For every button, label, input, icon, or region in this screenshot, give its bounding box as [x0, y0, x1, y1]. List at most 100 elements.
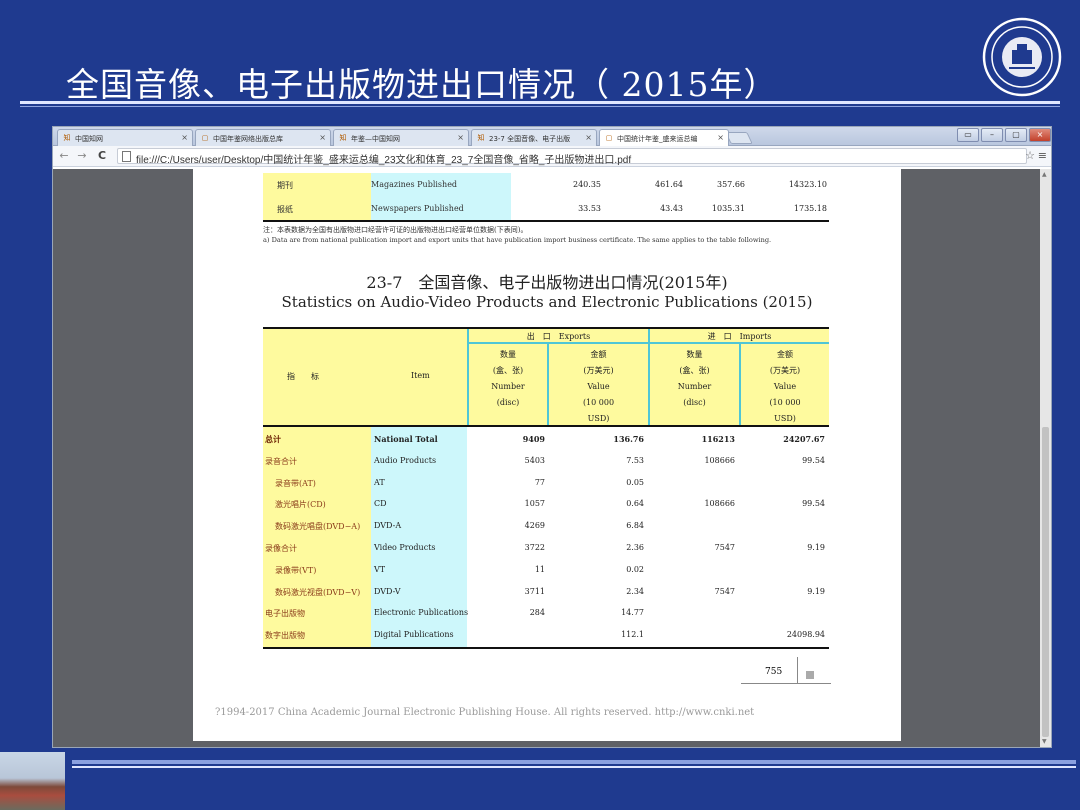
row-label-zh: 录像带(VT)	[275, 565, 317, 575]
row-label-zh: 录音合计	[265, 456, 297, 466]
row-label-en: CD	[374, 499, 387, 509]
header-text: 金额	[777, 350, 793, 359]
row-label-en: Video Products	[374, 543, 436, 552]
cnki-icon: 知	[477, 134, 485, 142]
table-row: 总计 National Total 9409 136.76 116213 24207.67	[263, 428, 829, 450]
campus-photo	[0, 752, 65, 810]
table-row: 报纸 Newspapers Published 33.53 43.43 1035…	[263, 197, 829, 221]
bookmark-star-icon[interactable]: ☆	[1025, 149, 1035, 162]
table-row: 电子出版物 Electronic Publications 284 14.77	[263, 602, 829, 624]
minimize-button[interactable]: –	[981, 128, 1003, 142]
header-export-value: 金额 (万美元) Value (10 000 USD)	[549, 347, 648, 427]
close-icon[interactable]: ×	[457, 133, 464, 142]
cell: 357.66	[717, 180, 745, 189]
cell: 9.19	[807, 543, 825, 552]
cell: 6.84	[626, 521, 644, 531]
browser-window: 知 中国知网 × ▢ 中国年鉴网络出版总库 × 知 年鉴—中国知网 × 知 23…	[52, 126, 1052, 748]
header-text: Value	[773, 382, 797, 391]
cell: 240.35	[573, 180, 601, 189]
menu-icon[interactable]: ≡	[1038, 149, 1047, 162]
user-icon[interactable]: ▭	[957, 128, 979, 142]
tab-yearbook-db[interactable]: ▢ 中国年鉴网络出版总库 ×	[195, 129, 331, 146]
scroll-thumb[interactable]	[1042, 427, 1049, 737]
tab-cnki[interactable]: 知 中国知网 ×	[57, 129, 193, 146]
table-title-en: Statistics on Audio-Video Products and E…	[281, 293, 813, 311]
cell: 33.53	[578, 204, 601, 213]
pdf-viewport[interactable]: 期刊 Magazines Published 240.35 461.64 357…	[53, 169, 1051, 747]
tab-table-23-7[interactable]: 知 23-7 全国音像、电子出版 ×	[471, 129, 597, 146]
tab-pdf-active[interactable]: ▢ 中国统计年鉴_盛来运总编 ×	[599, 129, 729, 146]
header-text: Number	[491, 382, 525, 391]
table-rule	[263, 220, 829, 222]
page-icon: ▢	[605, 134, 613, 142]
table-row: 数字出版物 Digital Publications 112.1 24098.94	[263, 624, 829, 646]
page-rule	[797, 657, 798, 683]
back-arrow-icon[interactable]: ←	[57, 149, 71, 163]
tab-label: 23-7 全国音像、电子出版	[489, 135, 571, 143]
tab-yearbook-cnki[interactable]: 知 年鉴—中国知网 ×	[333, 129, 469, 146]
cell: 3711	[524, 586, 545, 596]
cell: 7547	[714, 543, 735, 552]
row-label-en: DVD-A	[374, 521, 402, 531]
cell: 5403	[524, 455, 545, 465]
cell: 14.77	[621, 608, 644, 618]
cell: 4269	[524, 521, 545, 531]
maximize-button[interactable]: ▢	[1005, 128, 1027, 142]
footer-band-thin	[72, 766, 1076, 768]
vertical-scrollbar[interactable]: ▲ ▼	[1040, 169, 1051, 747]
table-row: 录音合计 Audio Products 5403 7.53 108666 99.54	[263, 450, 829, 472]
cell: 1035.31	[711, 204, 745, 213]
cell: 284	[529, 608, 545, 618]
address-bar[interactable]: file:///C:/Users/user/Desktop/中国统计年鉴_盛来运…	[117, 148, 1027, 166]
close-icon[interactable]: ×	[585, 133, 592, 142]
cell: 24098.94	[786, 630, 825, 640]
note-zh: 注：本表数据为全国有出版物进口经营许可证的出版物进出口经营单位数据(下表同)。	[263, 226, 528, 234]
header-text: (盒、张)	[492, 366, 524, 375]
cell: 461.64	[655, 180, 683, 189]
grid-line	[469, 342, 829, 344]
file-icon	[122, 151, 131, 162]
address-text: file:///C:/Users/user/Desktop/中国统计年鉴_盛来运…	[136, 155, 632, 166]
table-title-zh: 23-7 全国音像、电子出版物进出口情况(2015年)	[366, 273, 728, 292]
new-tab-button[interactable]	[725, 132, 753, 144]
header-exports: 出 口 Exports	[526, 332, 591, 341]
cell: 1735.18	[793, 204, 827, 213]
reload-icon[interactable]: C	[95, 149, 109, 163]
tab-label: 中国知网	[75, 135, 103, 143]
cell: 108666	[704, 455, 735, 465]
header-export-number: 数量 (盒、张) Number (disc)	[469, 347, 547, 411]
tab-label: 中国统计年鉴_盛来运总编	[617, 135, 698, 143]
close-icon[interactable]: ×	[181, 133, 188, 142]
window-close-button[interactable]: ×	[1029, 128, 1051, 142]
table-row: 录音带(AT) AT 77 0.05	[263, 472, 829, 494]
forward-arrow-icon[interactable]: →	[75, 149, 89, 163]
cnki-icon: 知	[63, 134, 71, 142]
scroll-up-icon[interactable]: ▲	[1042, 171, 1047, 178]
scroll-down-icon[interactable]: ▼	[1042, 738, 1047, 745]
page-rule	[741, 683, 831, 684]
row-label-en: Newspapers Published	[371, 197, 511, 221]
title-underline-thin	[20, 106, 1060, 107]
table-row: 录像合计 Video Products 3722 2.36 7547 9.19	[263, 537, 829, 559]
close-icon[interactable]: ×	[319, 133, 326, 142]
row-label-en: Audio Products	[374, 455, 437, 465]
table-row: 录像带(VT) VT 11 0.02	[263, 559, 829, 581]
close-icon[interactable]: ×	[717, 133, 724, 142]
header-text: 金额	[590, 350, 607, 359]
tab-label: 年鉴—中国知网	[351, 135, 400, 143]
footer-band	[72, 760, 1076, 764]
header-text: (万美元)	[769, 366, 801, 375]
row-label-en: Electronic Publications	[374, 608, 469, 618]
cell: 1057	[524, 499, 545, 509]
page-icon: ▢	[201, 134, 209, 142]
cell: 0.05	[626, 477, 644, 487]
header-imports: 进 口 Imports	[707, 332, 772, 341]
row-label-zh: 录像合计	[265, 544, 297, 553]
header-text: (万美元)	[583, 366, 614, 375]
row-label-zh: 激光唱片(CD)	[275, 500, 326, 510]
row-label-zh: 录音带(AT)	[275, 478, 316, 488]
tab-strip: 知 中国知网 × ▢ 中国年鉴网络出版总库 × 知 年鉴—中国知网 × 知 23…	[53, 127, 1051, 146]
slide-title: 全国音像、电子出版物进出口情况（ 2015年）	[66, 65, 778, 104]
tab-label: 中国年鉴网络出版总库	[213, 135, 283, 143]
row-label-en: National Total	[374, 434, 438, 444]
